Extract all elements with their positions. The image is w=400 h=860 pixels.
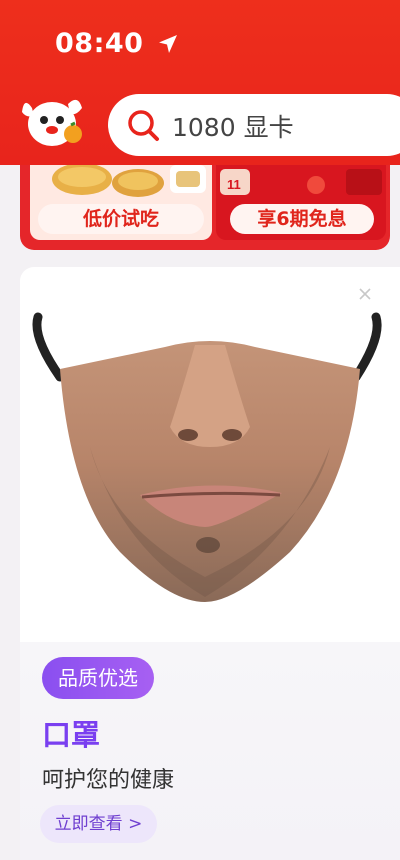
mascot-logo[interactable] bbox=[18, 94, 90, 152]
search-input[interactable]: 1080 显卡 bbox=[108, 94, 400, 156]
product-image-face-mask bbox=[32, 312, 382, 602]
promo-graphic: 11 bbox=[220, 169, 382, 195]
product-title[interactable]: 口罩 bbox=[42, 712, 100, 754]
location-arrow-icon bbox=[159, 35, 177, 53]
product-card[interactable]: 品质优选 口罩 呵护您的健康 立即查看 > bbox=[20, 267, 400, 860]
svg-text:11: 11 bbox=[227, 177, 241, 192]
product-subtitle: 呵护您的健康 bbox=[42, 768, 175, 793]
promo-installment-label[interactable]: 享6期免息 bbox=[230, 204, 374, 234]
top-header: 08:40 1080 显卡 bbox=[0, 0, 400, 165]
promo-installment[interactable]: 11 享6期免息 bbox=[216, 165, 386, 240]
quality-badge: 品质优选 bbox=[42, 657, 154, 699]
status-time: 08:40 bbox=[55, 28, 144, 59]
promo-tasting-label[interactable]: 低价试吃 bbox=[38, 204, 204, 234]
view-now-button[interactable]: 立即查看 > bbox=[40, 805, 157, 843]
search-icon bbox=[128, 110, 159, 141]
promo-tasting[interactable]: 低价试吃 bbox=[30, 165, 212, 240]
food-image bbox=[52, 165, 206, 197]
promo-strip: 低价试吃 11 享6期免息 bbox=[20, 165, 390, 250]
search-query: 1080 显卡 bbox=[172, 113, 294, 142]
